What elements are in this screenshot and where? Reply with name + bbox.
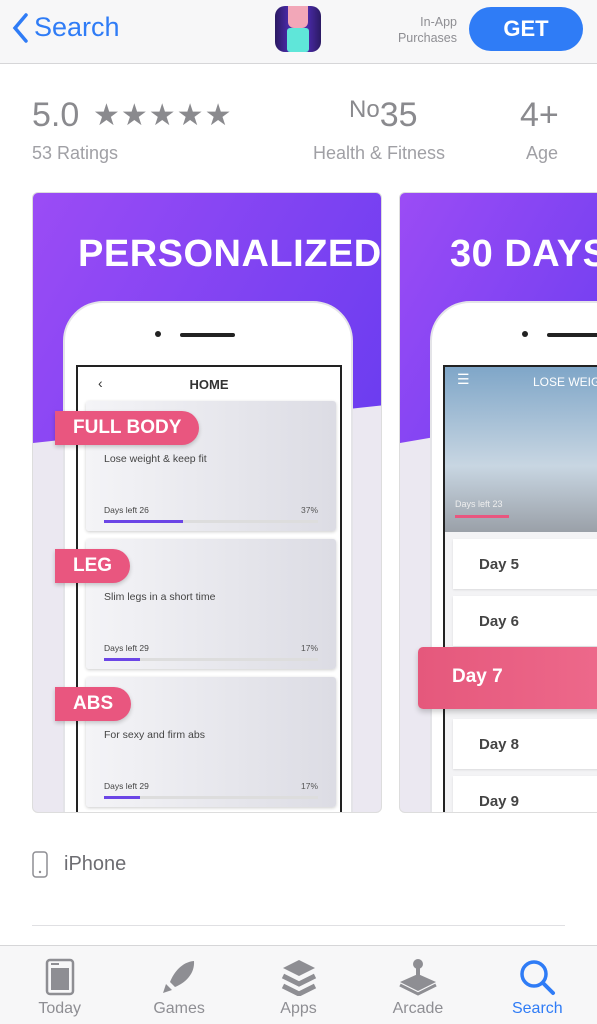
nav-header: Search In-App Purchases GET (0, 0, 597, 64)
search-icon (520, 960, 556, 995)
app-icon (275, 6, 321, 52)
screen-title: LOSE WEIGHT (533, 375, 597, 389)
days-left: Days left 29 (104, 781, 149, 791)
progress-percent: 37% (300, 505, 318, 515)
screenshot-2[interactable]: 30 DAYS ☰ LOSE WEIGHT Days left 23 Day 5… (399, 192, 597, 813)
device-label: iPhone (64, 853, 127, 875)
day-item: Day 6 (453, 596, 597, 646)
rank-prefix: No (349, 96, 380, 123)
tab-apps[interactable]: Apps (239, 946, 358, 1024)
days-left: Days left 23 (455, 499, 503, 509)
rating-value: 5.0 (32, 96, 80, 134)
rocket-icon (163, 961, 195, 993)
workout-desc: Lose weight & keep fit (104, 453, 207, 465)
chart-rank: No35 (349, 96, 418, 135)
day-item: Day 8 (453, 719, 597, 769)
tab-label: Search (511, 1000, 563, 1017)
back-label: Search (34, 12, 120, 42)
menu-icon: ☰ (457, 371, 470, 387)
tag-full-body: FULL BODY (55, 411, 200, 445)
star-rating: ★★★★★ (93, 99, 233, 132)
device-compat: iPhone (32, 851, 126, 878)
phone-frame: ☰ LOSE WEIGHT Days left 23 Day 5 Day 6 D… (430, 301, 597, 812)
back-button[interactable]: Search (12, 12, 120, 43)
screen-title: HOME (189, 377, 229, 392)
workout-desc: Slim legs in a short time (104, 591, 216, 603)
day-item-highlighted: Day 7 (418, 647, 597, 709)
days-left: Days left 26 (104, 505, 149, 515)
tab-games[interactable]: Games (119, 946, 238, 1024)
screenshot-title: PERSONALIZED (78, 233, 382, 275)
tab-label: Today (38, 1000, 82, 1017)
days-left: Days left 29 (104, 643, 149, 653)
progress-bar (104, 796, 318, 799)
iphone-icon (32, 851, 48, 878)
layers-icon (281, 960, 316, 996)
in-app-purchases-label: In-App Purchases (397, 15, 457, 45)
phone-screen: ☰ LOSE WEIGHT Days left 23 Day 5 Day 6 D… (443, 365, 597, 812)
progress-bar (104, 658, 318, 661)
progress-bar (104, 520, 318, 523)
rank-number: 35 (379, 96, 418, 134)
screenshot-1[interactable]: PERSONALIZED ‹ HOME Lose weight & keep f… (32, 192, 382, 813)
workout-desc: For sexy and firm abs (104, 729, 205, 741)
tab-today[interactable]: Today (0, 946, 119, 1024)
age-label: Age (526, 143, 559, 163)
day-item: Day 9 (453, 776, 597, 812)
tab-search[interactable]: Search (478, 946, 597, 1024)
screenshot-title: 30 DAYS (450, 233, 597, 275)
divider (32, 925, 565, 926)
age-rating: 4+ (520, 96, 559, 134)
progress-percent: 17% (300, 643, 318, 653)
tag-abs: ABS (55, 687, 132, 721)
progress-percent: 17% (300, 781, 318, 791)
tab-bar: Today Games Apps Arcade Search (0, 945, 597, 1024)
tag-leg: LEG (55, 549, 131, 583)
tab-label: Apps (280, 1000, 317, 1017)
category-label: Health & Fitness (313, 143, 446, 163)
tab-label: Arcade (392, 1000, 444, 1017)
day-item: Day 5 (453, 539, 597, 589)
ratings-count: 53 Ratings (32, 143, 119, 163)
tab-label: Games (153, 1000, 205, 1017)
progress-bar (455, 515, 509, 518)
tab-arcade[interactable]: Arcade (358, 946, 477, 1024)
today-icon (45, 958, 74, 996)
chevron-left-icon (12, 12, 28, 43)
joystick-icon (399, 959, 437, 996)
get-button[interactable]: GET (469, 7, 583, 51)
